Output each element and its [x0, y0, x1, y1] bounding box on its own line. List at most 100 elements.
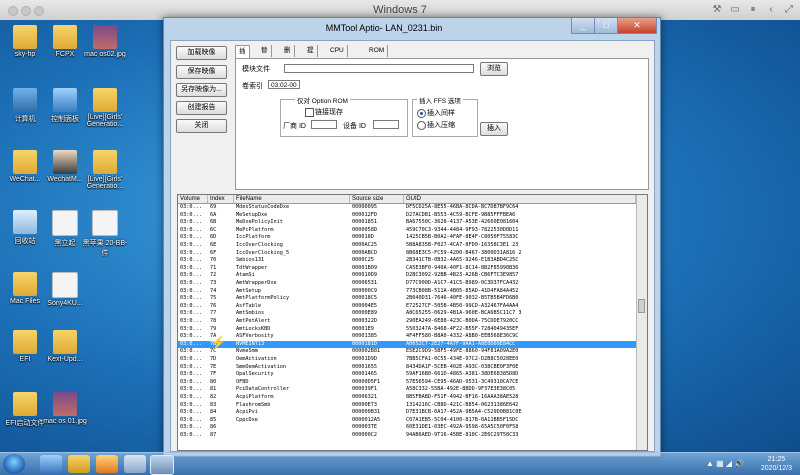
back-icon[interactable]: ‹ [764, 3, 778, 16]
table-cell: 03:0... [180, 234, 202, 241]
app-icon[interactable] [124, 455, 146, 473]
photo-icon [53, 392, 77, 416]
desktop-icon[interactable]: [Live][Girls' Generatio... [82, 150, 128, 190]
table-row[interactable]: 03:0... 7F OpalSecurity 00001465 59AF16B0-66… [178, 371, 636, 379]
table-cell: 6A [210, 211, 217, 218]
table-row[interactable]: 03:0... 72 AtamSi 000010D9 D2BC3092-92BB-4B2… [178, 272, 636, 280]
table-row[interactable]: 03:0... 69 MdesStatusCodeDxe 00000095 DF5CD2… [178, 204, 636, 212]
folder-icon [13, 150, 37, 174]
table-cell: 03:0... [180, 302, 202, 309]
save-as-button[interactable]: 另存映像为... [176, 83, 227, 97]
table-row[interactable]: 03:0... 74 AmtSetup 000000C9 773CB08B-511A-4… [178, 288, 636, 296]
table-row[interactable]: 03:0... 71 TdtWrapper 00001B09 CA5E3BF0-940A… [178, 265, 636, 273]
screen-icon[interactable]: ▭ [728, 3, 742, 16]
tab-cpu-patch[interactable]: CPU 补丁 [327, 45, 348, 66]
minimize-button[interactable]: _ [571, 18, 595, 34]
desktop-icon-label: Kext-Upd... [47, 356, 83, 363]
table-row[interactable]: 03:0... 7E SmmOemActivation 00001655 8434DA1… [178, 364, 636, 372]
media-player-icon[interactable] [96, 455, 118, 473]
table-row[interactable]: 03:0... 6F IccOverClocking_5 0000ABCD 8B68E3… [178, 250, 636, 258]
table-row[interactable]: 03:0... 85 CppcDxe 0000012A5 C07A1EB5-5C04-4… [178, 417, 636, 425]
window-title-bar[interactable]: MMTool Aptio- LAN_0231.bin _ □ ✕ [164, 18, 660, 39]
desktop-icon[interactable]: [Live][Girls' Generatio... [82, 88, 128, 128]
table-row[interactable]: 03:0... 84 AcpiPvi 000000B31 D7E31BCB-0A17-4… [178, 409, 636, 417]
table-row[interactable]: 03:0... 6E IccOverClocking 0000AC25 5B8A835B… [178, 242, 636, 250]
table-row[interactable]: 03:0... 77 AmtSmbios 00000E89 A8C65255-0629-… [178, 310, 636, 318]
table-cell [234, 432, 350, 440]
table-row[interactable]: 03:0... 76 AsfTable 000004E5 E72527CF-505B-4… [178, 303, 636, 311]
table-cell: 03:0... [180, 356, 202, 362]
table-cell: 5B8A835B-F027-4CA7-8FD0-16358C3E1 23 [406, 242, 519, 248]
explorer-icon[interactable] [68, 455, 90, 473]
tab-replace[interactable]: 替换 [258, 45, 272, 66]
link-present-label: 链接现存 [315, 109, 343, 116]
table-cell: 03:0... [180, 280, 202, 286]
table-row[interactable]: 03:0... 79 AmtLocksKBD 00001E9 5503247A-8468… [178, 326, 636, 334]
col-source-size[interactable]: Source size [350, 195, 404, 203]
scrollbar-thumb[interactable] [638, 299, 645, 313]
module-file-input[interactable] [284, 64, 474, 73]
col-index[interactable]: Index [208, 195, 234, 203]
insert-uncompressed-radio[interactable] [417, 109, 426, 118]
table-row[interactable]: 03:0... 80 OFBD 00000D5F1 57E56594-CE95-46AD… [178, 379, 636, 387]
desktop-icon[interactable]: mac os02.jpg [82, 25, 128, 58]
table-row[interactable]: 03:0... 81 PciDataController 000039F1 A58C33… [178, 386, 636, 394]
clock[interactable]: 21:25 2020/12/3 [761, 455, 792, 473]
table-cell: A8C65255-0629-4B1A-960E-BCA6B5C11C7 3 [406, 310, 522, 317]
table-row[interactable]: 03:0... 7B NVMEINT13 0000181D A0652C7-2E27-4… [178, 340, 636, 349]
fullscreen-icon[interactable]: ⤢ [782, 3, 796, 16]
load-image-button[interactable]: 加载映像 [176, 46, 227, 60]
table-row[interactable]: 03:0... 7A ASFVerbosity 00001385 4F4FF580-B8… [178, 333, 636, 341]
desktop-icon[interactable]: 黑苹果 20-BB-件 [82, 210, 128, 258]
desktop-icon[interactable]: mac os 01.jpg [42, 392, 88, 425]
table-row[interactable]: 03:0... 6B MeDxePolicyInit 00001851 BA67550C… [178, 219, 636, 227]
tab-insert[interactable]: 插入 [235, 45, 250, 67]
volume-index-input[interactable]: 03:02-00 [268, 80, 300, 89]
tab-rom-hole[interactable]: ROM 保留区 [366, 45, 389, 78]
ie-icon[interactable] [40, 455, 62, 473]
save-image-button[interactable]: 保存映像 [176, 65, 227, 79]
table-row[interactable]: 03:0... 86 000003TE 60E31DE1-03EC-492A-9598… [178, 424, 636, 432]
browse-button[interactable]: 浏览 [480, 62, 508, 76]
table-row[interactable]: 03:0... 78 AmtPetAlert 0000322D 290EA249-6E8… [178, 318, 636, 326]
col-volume[interactable]: Volume [178, 195, 208, 203]
pause-icon[interactable]: ⏸ [746, 3, 760, 16]
insert-button[interactable]: 插入 [480, 122, 508, 136]
table-cell: 000018C5 [352, 295, 377, 302]
table-row[interactable]: 03:0... 70 Smbios131 0000C25 2B341CTB-0B32-4… [178, 257, 636, 265]
col-guid[interactable]: GUID [404, 195, 636, 203]
table-row[interactable]: 03:0... 6D IccPlatform 000018D 1425CB5B-B0A2… [178, 234, 636, 242]
desktop-icon[interactable]: Kext-Upd... [42, 330, 88, 363]
vertical-scrollbar[interactable] [636, 195, 647, 450]
vendor-id-input[interactable] [311, 120, 337, 129]
wrench-icon[interactable]: ⚒ [710, 3, 724, 16]
table-row[interactable]: 03:0... 7D OemActivation 00001D9D 7BB5CFA1-0… [178, 356, 636, 364]
maximize-button[interactable]: □ [594, 18, 618, 34]
mmtool-taskbar-icon[interactable] [150, 455, 174, 475]
table-cell: 7BB5CFA1-0C55-434E-97C2-D2B8C5028EE0 [406, 356, 519, 362]
table-row[interactable]: 03:0... 7C NvmeSmm 000002B81 E5E2C9D9-5BF5-4… [178, 348, 636, 356]
table-cell: 03:0... [180, 340, 202, 347]
device-id-input[interactable] [373, 120, 399, 129]
table-cell: Smbios131 [236, 257, 265, 264]
desktop-icon[interactable]: Sony4KU... [42, 272, 88, 307]
table-row[interactable]: 03:0... 6A MeSetupDxe 000012FD D27ACDB1-B553… [178, 212, 636, 220]
tab-delete[interactable]: 删除 [281, 45, 295, 66]
table-row[interactable]: 03:0... 73 AmtWrapperDxe 00006531 D77C900D-A… [178, 280, 636, 288]
tab-extract[interactable]: 提取 [304, 45, 318, 66]
col-filename[interactable]: FileName [234, 195, 350, 203]
table-cell: 8B5FBABD-F51F-4942-BF16-16AAA38AE528 [406, 394, 519, 400]
table-row[interactable]: 03:0... 87 000000C2 94AB6AED-9T16-45BE-810C… [178, 432, 636, 440]
insert-compressed-radio[interactable] [417, 121, 426, 130]
table-row[interactable]: 03:0... 83 FlashromSmb 00000E73 1314216C-CB8… [178, 402, 636, 410]
ffs-options-caption: 插入 FFS 选项 [417, 95, 463, 105]
table-row[interactable]: 03:0... 6C MePcPlatform 0000058D 459C70C3-93… [178, 227, 636, 235]
table-row[interactable]: 03:0... 75 AmtPlatformPolicy 000018C5 2B040D… [178, 295, 636, 303]
close-button[interactable]: ✕ [617, 18, 657, 34]
close-app-button[interactable]: 关闭 [176, 119, 227, 133]
tray-icons[interactable]: ▲ ▦ ◢ 🔊 [706, 459, 744, 468]
start-button[interactable] [3, 454, 25, 474]
link-present-checkbox[interactable] [305, 108, 314, 117]
table-row[interactable]: 03:0... 82 AcpiPlatform 00006321 8B5FBABD-F5… [178, 394, 636, 402]
create-report-button[interactable]: 创建报告 [176, 101, 227, 115]
